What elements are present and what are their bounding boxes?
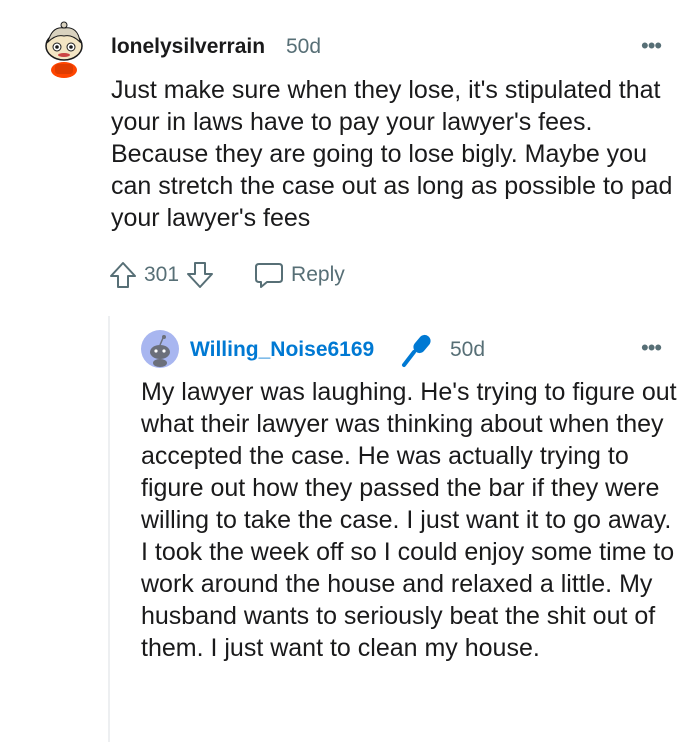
speech-bubble-icon — [253, 260, 285, 290]
comment-actions: 301 Reply — [108, 258, 345, 292]
reply-avatar[interactable] — [141, 330, 179, 368]
vote-score: 301 — [144, 263, 180, 286]
reply-age: 50d — [450, 338, 486, 361]
thread-line[interactable] — [108, 316, 110, 742]
comment-age: 50d — [286, 35, 322, 58]
reply-username[interactable]: Willing_Noise6169 — [190, 338, 374, 362]
downvote-icon[interactable] — [185, 260, 215, 290]
microphone-icon — [401, 332, 437, 368]
reply-button[interactable]: Reply — [253, 260, 345, 290]
comment-body: Just make sure when they lose, it's stip… — [111, 76, 673, 232]
snoo-avatar-icon — [45, 21, 83, 78]
avatar[interactable] — [38, 20, 90, 78]
reply-label: Reply — [291, 263, 345, 286]
reply-more-options-button[interactable]: ••• — [641, 335, 662, 361]
more-options-button[interactable]: ••• — [641, 33, 662, 59]
reply-body: My lawyer was laughing. He's trying to f… — [141, 378, 677, 662]
default-snoo-avatar-icon — [141, 330, 179, 368]
comment-username[interactable]: lonelysilverrain — [111, 35, 265, 59]
upvote-icon[interactable] — [108, 260, 138, 290]
